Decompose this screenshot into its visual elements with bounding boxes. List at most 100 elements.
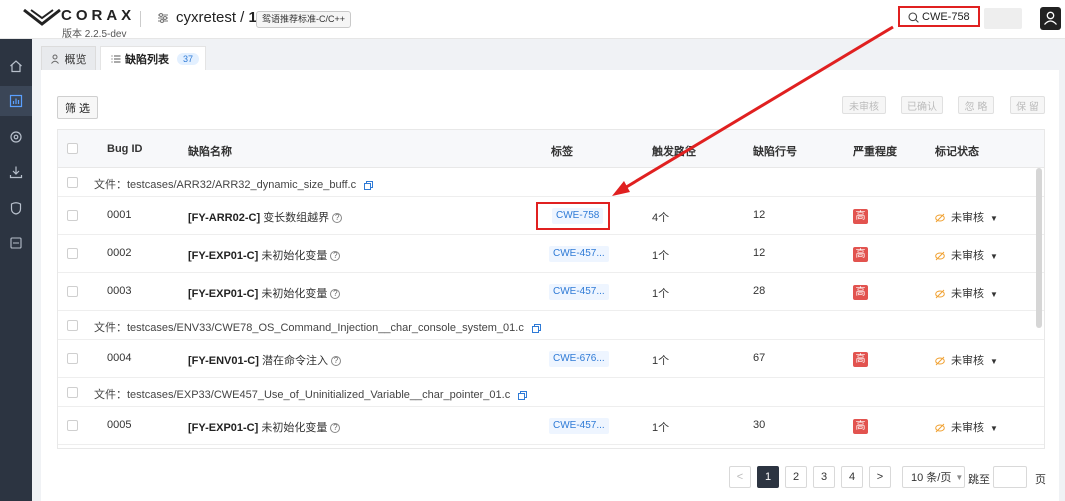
bug-name[interactable]: [FY-ARR02-C] 变长数组越界? xyxy=(188,209,343,225)
status-dropdown[interactable]: 未审核 ▼ xyxy=(935,247,998,263)
row-checkbox[interactable] xyxy=(67,248,78,259)
tab-defect-list-label: 缺陷列表 xyxy=(125,53,169,66)
help-icon[interactable]: ? xyxy=(332,213,343,224)
cwe-tag[interactable]: CWE-457... xyxy=(549,246,609,262)
copy-icon[interactable] xyxy=(518,390,528,400)
page-button-3[interactable]: 3 xyxy=(813,466,835,488)
cwe-tag[interactable]: CWE-758 xyxy=(552,208,604,224)
trigger-path-count[interactable]: 1个 xyxy=(652,352,669,368)
defect-line: 30 xyxy=(753,419,766,431)
copy-icon[interactable] xyxy=(364,180,374,190)
row-checkbox[interactable] xyxy=(67,353,78,364)
file-path: 文件：testcases/ARR32/ARR32_dynamic_size_bu… xyxy=(94,176,374,192)
rule-id: [FY-EXP01-C] xyxy=(188,288,259,300)
user-icon xyxy=(1044,11,1057,25)
status-dropdown[interactable]: 未审核 ▼ xyxy=(935,352,998,368)
bug-name[interactable]: [FY-EXP01-C] 未初始化变量? xyxy=(188,285,341,301)
next-page-button[interactable]: > xyxy=(869,466,891,488)
sidebar-item-shield[interactable] xyxy=(0,193,32,223)
copy-icon[interactable] xyxy=(531,323,541,333)
bug-name[interactable]: [FY-EXP01-C] 未初始化变量? xyxy=(188,419,341,435)
project-separator: / xyxy=(236,9,249,26)
tab-defect-list[interactable]: 缺陷列表 37 xyxy=(100,46,206,70)
project-settings-icon[interactable] xyxy=(157,12,169,24)
table-row[interactable]: 0002 [FY-EXP01-C] 未初始化变量? CWE-457... 1个 … xyxy=(58,235,1044,273)
header-placeholder-control[interactable] xyxy=(984,8,1022,29)
eye-off-icon xyxy=(935,251,945,261)
trigger-path-count[interactable]: 1个 xyxy=(652,285,669,301)
eye-off-icon xyxy=(935,356,945,366)
row-checkbox[interactable] xyxy=(67,286,78,297)
file-group-checkbox[interactable] xyxy=(67,320,78,331)
sidebar-item-defects[interactable] xyxy=(0,86,32,116)
table-row[interactable]: 0003 [FY-EXP01-C] 未初始化变量? CWE-457... 1个 … xyxy=(58,273,1044,311)
mark-unreviewed-button[interactable]: 未审核 xyxy=(842,96,886,114)
table-row[interactable]: 0005 [FY-EXP01-C] 未初始化变量? CWE-457... 1个 … xyxy=(58,407,1044,445)
bug-name[interactable]: [FY-EXP01-C] 未初始化变量? xyxy=(188,247,341,263)
page-button-1[interactable]: 1 xyxy=(757,466,779,488)
cwe-tag[interactable]: CWE-676... xyxy=(549,351,609,367)
cwe-tag[interactable]: CWE-457... xyxy=(549,418,609,434)
filter-button[interactable]: 筛 选 xyxy=(57,96,98,119)
column-header-tag[interactable]: 标签 xyxy=(551,143,573,159)
sidebar-item-tool[interactable] xyxy=(0,228,32,258)
select-all-checkbox[interactable] xyxy=(67,143,78,154)
page-button-4[interactable]: 4 xyxy=(841,466,863,488)
prev-page-button[interactable]: < xyxy=(729,466,751,488)
help-icon[interactable]: ? xyxy=(330,289,341,300)
status-text: 未审核 xyxy=(951,288,984,300)
severity-badge: 高 xyxy=(853,352,868,367)
status-dropdown[interactable]: 未审核 ▼ xyxy=(935,209,998,225)
page-button-2[interactable]: 2 xyxy=(785,466,807,488)
project-name[interactable]: cyxretest xyxy=(176,9,236,26)
bug-title: 未初始化变量 xyxy=(261,250,328,262)
table-scrollbar[interactable] xyxy=(1036,168,1042,328)
user-avatar-button[interactable] xyxy=(1040,7,1061,30)
trigger-path-count[interactable]: 1个 xyxy=(652,419,669,435)
tab-overview[interactable]: 概览 xyxy=(41,46,96,70)
table-row[interactable]: 0004 [FY-ENV01-C] 潜在命令注入? CWE-676... 1个 … xyxy=(58,340,1044,378)
file-path-text: 文件：testcases/ARR32/ARR32_dynamic_size_bu… xyxy=(94,179,357,191)
help-icon[interactable]: ? xyxy=(330,423,341,434)
goto-page-input[interactable] xyxy=(993,466,1027,488)
column-header-severity[interactable]: 严重程度 xyxy=(853,143,897,159)
column-header-line[interactable]: 缺陷行号 xyxy=(753,143,797,159)
defect-count-badge: 37 xyxy=(177,52,200,65)
bug-name[interactable]: [FY-ENV01-C] 潜在命令注入? xyxy=(188,352,341,368)
status-dropdown[interactable]: 未审核 ▼ xyxy=(935,419,998,435)
trigger-path-count[interactable]: 4个 xyxy=(652,209,669,225)
mark-keep-button[interactable]: 保 留 xyxy=(1010,96,1045,114)
severity-badge: 高 xyxy=(853,209,868,224)
header-divider xyxy=(140,11,141,27)
bug-title: 变长数组越界 xyxy=(263,212,330,224)
cwe-tag[interactable]: CWE-457... xyxy=(549,284,609,300)
sidebar-item-home[interactable] xyxy=(0,51,32,81)
goto-label: 跳至 xyxy=(968,474,990,486)
bug-id: 0004 xyxy=(107,352,132,364)
row-checkbox[interactable] xyxy=(67,420,78,431)
column-header-status[interactable]: 标记状态 xyxy=(935,143,979,159)
version-label: 版本 2.2.5-dev xyxy=(62,29,127,40)
search-input[interactable]: CWE-758 xyxy=(898,6,980,27)
mark-ignore-button[interactable]: 忽 略 xyxy=(958,96,994,114)
file-group-checkbox[interactable] xyxy=(67,387,78,398)
column-header-name[interactable]: 缺陷名称 xyxy=(188,143,232,159)
table-row[interactable]: 0001 [FY-ARR02-C] 变长数组越界? CWE-758 4个 12 … xyxy=(58,197,1044,235)
corax-logo-icon xyxy=(23,8,61,26)
help-icon[interactable]: ? xyxy=(330,251,341,262)
status-dropdown[interactable]: 未审核 ▼ xyxy=(935,285,998,301)
page-unit-label: 页 xyxy=(1035,474,1046,486)
home-icon xyxy=(10,60,22,73)
sidebar-item-settings[interactable] xyxy=(0,122,32,152)
column-header-path[interactable]: 触发路径 xyxy=(652,143,696,159)
sidebar-item-download[interactable] xyxy=(0,157,32,187)
help-icon[interactable]: ? xyxy=(330,356,341,367)
row-checkbox[interactable] xyxy=(67,210,78,221)
bug-title: 未初始化变量 xyxy=(261,422,328,434)
column-header-bug-id[interactable]: Bug ID xyxy=(107,143,142,155)
trigger-path-count[interactable]: 1个 xyxy=(652,247,669,263)
tab-overview-label: 概览 xyxy=(64,53,87,66)
mark-confirmed-button[interactable]: 已确认 xyxy=(901,96,943,114)
page-size-select[interactable]: 10 条/页 ▼ xyxy=(902,466,965,488)
file-group-checkbox[interactable] xyxy=(67,177,78,188)
